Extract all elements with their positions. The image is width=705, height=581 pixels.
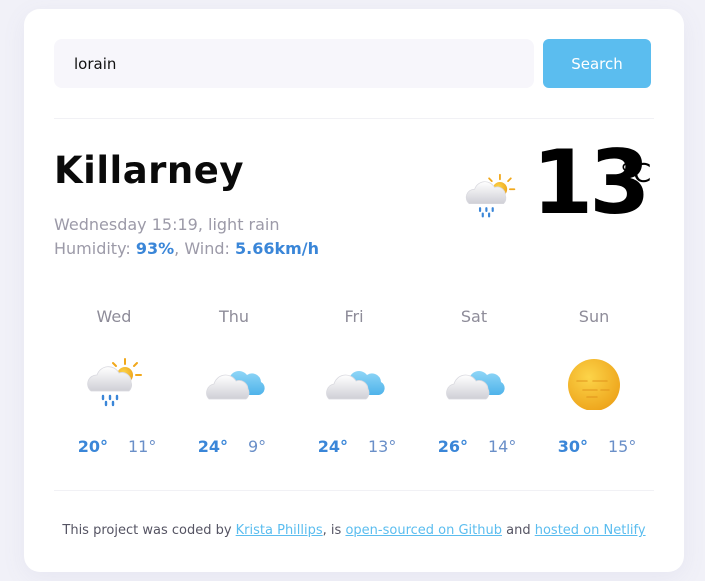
footer-text: , is: [322, 523, 346, 538]
forecast-day-name: Wed: [96, 307, 132, 326]
humidity-value: 93%: [135, 239, 175, 258]
temperature-unit[interactable]: °C: [620, 159, 651, 189]
forecast-day: Sun 30° 15°: [534, 307, 654, 467]
footer: This project was coded by Krista Phillip…: [24, 523, 684, 538]
footer-text: and: [502, 523, 535, 538]
forecast-max-temp: 24°: [317, 437, 348, 456]
forecast-min-temp: 15°: [608, 437, 637, 456]
forecast: Wed 20° 11° Thu 24° 9° Fri 24° 13° Sat 2…: [54, 307, 654, 467]
city-name: Killarney: [54, 149, 244, 192]
sun-icon: [568, 359, 620, 410]
wind-label: , Wind:: [174, 239, 236, 258]
forecast-day-name: Sat: [460, 307, 488, 326]
cloudy-icon: [206, 371, 265, 400]
forecast-min-temp: 9°: [248, 437, 267, 456]
wind-value: 5.66km/h: [235, 239, 320, 258]
forecast-max-temp: 24°: [197, 437, 228, 456]
weather-description: Wednesday 15:19, light rain: [54, 215, 280, 234]
divider: [54, 490, 654, 491]
forecast-max-temp: 20°: [77, 437, 108, 456]
light-rain-sun-icon: [87, 358, 142, 407]
netlify-link[interactable]: hosted on Netlify: [535, 523, 646, 538]
search-input[interactable]: [54, 39, 534, 88]
weather-metrics: Humidity: 93%, Wind: 5.66km/h: [54, 239, 319, 258]
footer-text: This project was coded by: [62, 523, 236, 538]
search-button[interactable]: Search: [543, 39, 651, 88]
light-rain-sun-icon: [465, 173, 516, 218]
search-form: Search: [54, 39, 651, 88]
forecast-day-name: Sun: [578, 307, 610, 326]
forecast-min-temp: 14°: [488, 437, 517, 456]
weather-card: Search Killarney Wednesday 15:19, light …: [24, 9, 684, 572]
author-link[interactable]: Krista Phillips: [236, 523, 323, 538]
forecast-min-temp: 13°: [368, 437, 397, 456]
humidity-label: Humidity:: [54, 239, 136, 258]
forecast-day: Fri 24° 13°: [294, 307, 414, 467]
forecast-day-name: Fri: [344, 307, 364, 326]
cloudy-icon: [446, 371, 505, 400]
forecast-min-temp: 11°: [128, 437, 157, 456]
forecast-day: Thu 24° 9°: [174, 307, 294, 467]
github-link[interactable]: open-sourced on Github: [345, 523, 502, 538]
forecast-day: Wed 20° 11°: [54, 307, 174, 467]
cloudy-icon: [326, 371, 385, 400]
forecast-day: Sat 26° 14°: [414, 307, 534, 467]
forecast-max-temp: 30°: [557, 437, 588, 456]
divider: [54, 118, 654, 119]
forecast-max-temp: 26°: [437, 437, 468, 456]
forecast-day-name: Thu: [218, 307, 250, 326]
